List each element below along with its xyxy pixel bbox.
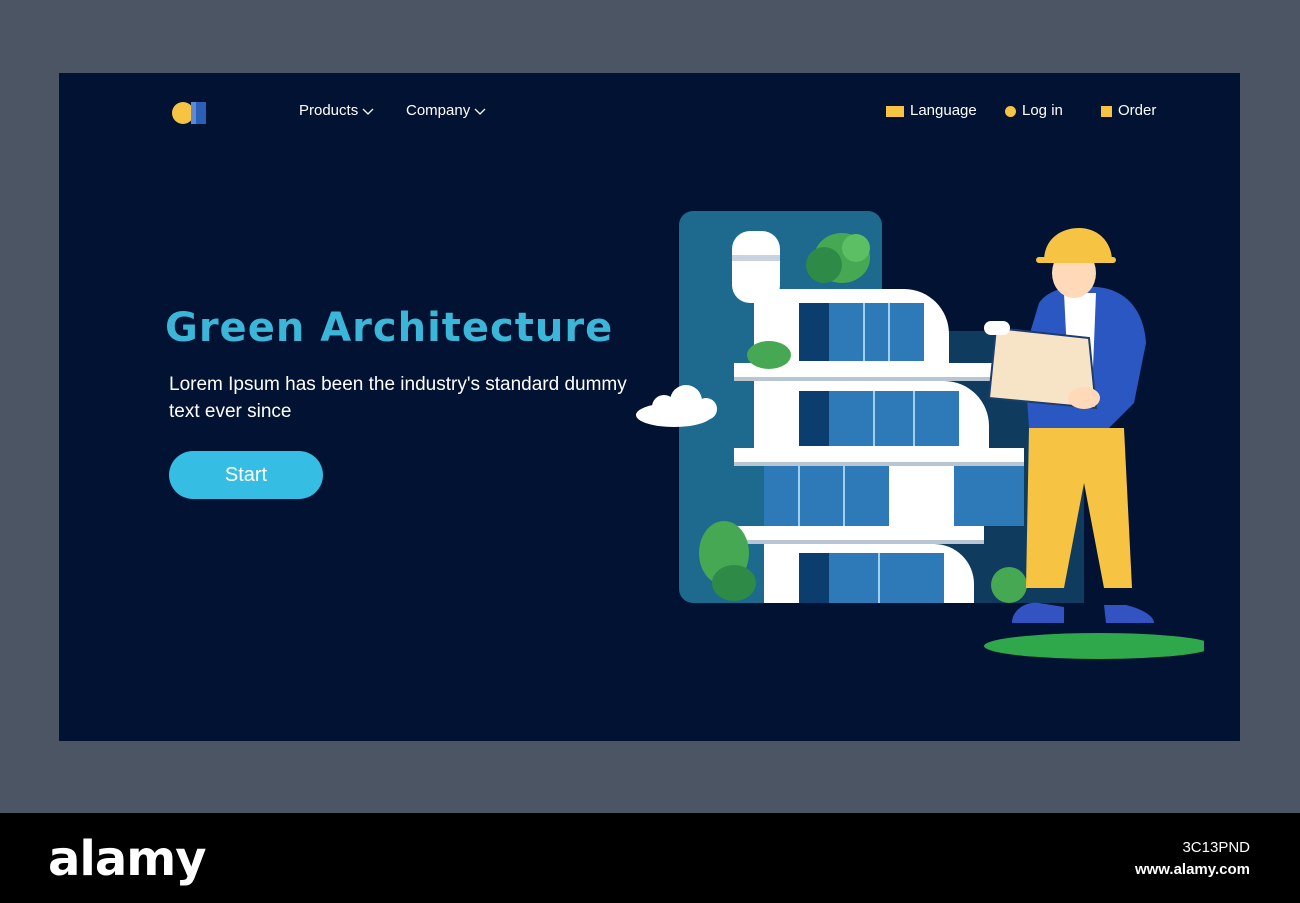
dot-icon — [1005, 105, 1016, 117]
chevron-down-icon — [474, 108, 486, 115]
watermark-url: www.alamy.com — [1134, 861, 1250, 878]
watermark-image-id: 3C13PND — [1182, 839, 1250, 856]
landing-page: Products Company Language Log in Order G… — [59, 73, 1240, 741]
nav-products-label: Products — [299, 102, 359, 119]
building-illustration — [636, 211, 1204, 659]
nav-order-label: Order — [1118, 102, 1157, 119]
nav-products[interactable]: Products — [299, 101, 374, 121]
watermark-bar: alamy 3C13PND www.alamy.com — [0, 813, 1300, 903]
nav-order[interactable]: Order — [1101, 101, 1156, 121]
nav-company[interactable]: Company — [406, 101, 486, 121]
hero-title: Green Architecture — [165, 305, 614, 351]
chevron-down-icon — [362, 108, 374, 115]
square-icon — [1101, 105, 1112, 117]
nav-language-label: Language — [910, 102, 977, 119]
start-button[interactable]: Start — [169, 451, 323, 499]
nav-language[interactable]: Language — [886, 101, 977, 121]
hero-subtitle: Lorem Ipsum has been the industry's stan… — [169, 374, 627, 422]
nav-company-label: Company — [406, 102, 471, 119]
nav-login-label: Log in — [1022, 102, 1063, 119]
watermark-brand: alamy — [48, 831, 207, 887]
nav-login[interactable]: Log in — [1005, 101, 1063, 121]
logo-icon[interactable] — [172, 101, 208, 125]
flag-icon — [886, 105, 904, 117]
